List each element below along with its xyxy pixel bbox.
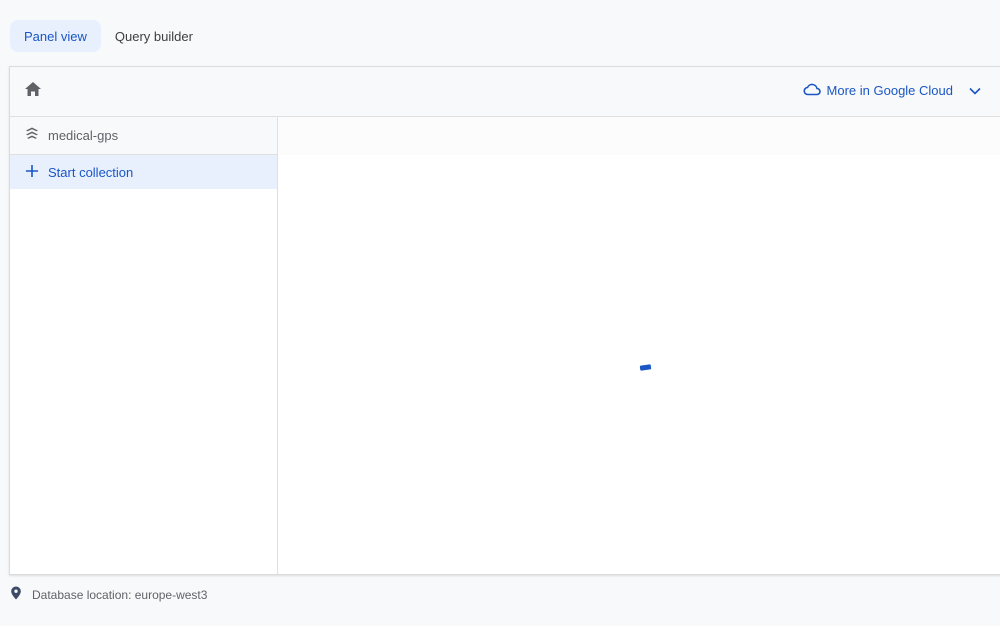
database-name: medical-gps xyxy=(48,128,119,143)
database-location-text: Database location: europe-west3 xyxy=(32,587,208,602)
database-row[interactable]: medical-gps xyxy=(10,117,277,155)
home-button[interactable] xyxy=(22,80,44,102)
home-icon xyxy=(24,81,42,102)
chevron-down-icon xyxy=(969,87,981,95)
tab-query-builder[interactable]: Query builder xyxy=(101,20,207,52)
document-column xyxy=(278,117,1000,574)
database-location-footer: Database location: europe-west3 xyxy=(10,586,207,603)
plus-icon xyxy=(24,163,40,182)
more-in-google-cloud-label: More in Google Cloud xyxy=(826,83,953,98)
start-collection-button[interactable]: Start collection xyxy=(10,155,277,189)
location-pin-icon xyxy=(10,586,22,603)
database-stack-icon xyxy=(24,126,40,145)
cloud-icon xyxy=(802,82,821,99)
root-column: medical-gps Start collection xyxy=(10,117,278,574)
document-column-header xyxy=(278,117,1000,155)
loading-spinner-icon xyxy=(639,364,652,371)
start-collection-label: Start collection xyxy=(48,164,134,180)
more-in-google-cloud-button[interactable]: More in Google Cloud xyxy=(802,82,981,99)
panel-header: More in Google Cloud xyxy=(10,67,1000,117)
data-panel: More in Google Cloud medical-gps Start c… xyxy=(9,66,1000,575)
view-tabs: Panel view Query builder xyxy=(10,20,207,52)
tab-panel-view[interactable]: Panel view xyxy=(10,20,101,52)
